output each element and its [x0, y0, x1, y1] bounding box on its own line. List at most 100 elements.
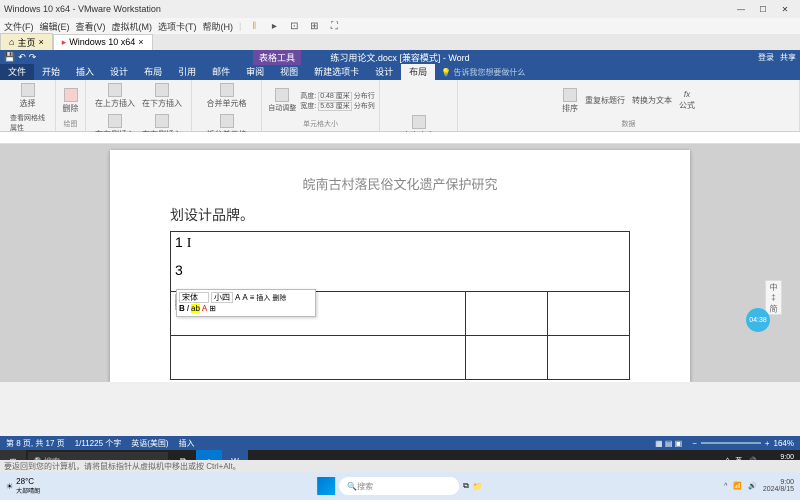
zoom-out-button[interactable]: − [692, 439, 697, 448]
ribbon-tabs: 文件 开始 插入 设计 布局 引用 邮件 审阅 视图 新建选项卡 设计 布局 💡… [0, 64, 800, 80]
login-button[interactable]: 登录 [758, 52, 774, 63]
bold-button[interactable]: B [179, 304, 185, 313]
sun-icon: ☀ [6, 482, 13, 491]
share-button[interactable]: 共享 [780, 52, 796, 63]
view-buttons[interactable]: ▦ ▤ ▣ [655, 439, 682, 448]
host-clock-time[interactable]: 9:00 [763, 479, 794, 486]
border-icon[interactable]: ⊞ [209, 304, 216, 313]
tellme-input[interactable]: 💡 告诉我您想要做什么 [435, 65, 800, 80]
tab-design[interactable]: 设计 [102, 63, 136, 80]
tool-icon[interactable]: ⊞ [307, 19, 321, 33]
ruler[interactable] [0, 132, 800, 144]
host-app-icon[interactable]: 📁 [473, 482, 483, 491]
tab-table-layout[interactable]: 布局 [401, 63, 435, 80]
redo-icon[interactable]: ↷ [29, 52, 37, 63]
insert-above-button[interactable]: 在上方插入 [93, 82, 137, 110]
sort-button[interactable]: 排序 [560, 87, 580, 115]
tab-home[interactable]: 开始 [34, 63, 68, 80]
autofit-button[interactable]: 自动调整 [266, 87, 298, 114]
pause-icon[interactable]: ‖ [247, 19, 261, 33]
mini-toolbar[interactable]: A A ≡ 插入 删除 B I ab A ⊞ [176, 289, 316, 317]
snapshot-icon[interactable]: ⊡ [287, 19, 301, 33]
tab-vm[interactable]: ▸ Windows 10 x64 × [53, 34, 153, 51]
highlight-icon[interactable]: ab [191, 304, 200, 313]
formula-button[interactable]: fx公式 [677, 89, 697, 112]
vm-icon: ▸ [62, 37, 67, 48]
menu-file[interactable]: 文件(F) [4, 20, 34, 33]
grow-font-icon[interactable]: A [235, 293, 240, 302]
page-title: 皖南古村落民俗文化遗产保护研究 [170, 174, 630, 193]
styles-icon[interactable]: ≡ [250, 293, 255, 302]
close-icon[interactable]: × [38, 37, 43, 47]
merge-button[interactable]: 合并单元格 [205, 82, 249, 110]
power-icon[interactable]: ▸ [267, 19, 281, 33]
delete-button[interactable]: 删除 [272, 293, 286, 303]
host-search[interactable]: 🔍 搜索 [339, 477, 459, 495]
weather-widget[interactable]: ☀ 28°C 大部晴朗 [6, 477, 40, 495]
tab-references[interactable]: 引用 [170, 63, 204, 80]
fullscreen-icon[interactable]: ⛶ [327, 19, 341, 33]
tab-file[interactable]: 文件 [0, 63, 34, 80]
distribute-cols-button[interactable]: 分布列 [354, 103, 375, 110]
delete-button[interactable]: 删除 [61, 87, 81, 115]
size-input[interactable] [211, 292, 233, 303]
wifi-icon[interactable]: 📶 [733, 482, 742, 490]
col-width-input[interactable]: 5.63 厘米 [318, 102, 352, 111]
tab-insert[interactable]: 插入 [68, 63, 102, 80]
cell-text[interactable]: 3 [175, 262, 625, 278]
word-title: 练习用论文.docx [兼容模式] - Word [330, 51, 469, 64]
vmware-hint: 要返回到您的计算机，请将鼠标指针从虚拟机中移出或按 Ctrl+Alt。 [0, 460, 800, 472]
page-status[interactable]: 第 8 页, 共 17 页 [6, 438, 65, 449]
tab-custom[interactable]: 新建选项卡 [306, 63, 367, 80]
ime-widget[interactable]: 中 ‡ 简 [765, 280, 782, 315]
zoom-in-button[interactable]: + [765, 439, 770, 448]
font-input[interactable] [179, 292, 209, 303]
close-icon[interactable]: × [138, 37, 143, 47]
insert-below-button[interactable]: 在下方插入 [140, 82, 184, 110]
menu-tabs[interactable]: 选项卡(T) [158, 20, 197, 33]
menu-help[interactable]: 帮助(H) [203, 20, 234, 33]
cell-text[interactable]: 1 I [175, 234, 625, 252]
tab-review[interactable]: 审阅 [238, 63, 272, 80]
save-icon[interactable]: 💾 [4, 52, 15, 63]
menu-view[interactable]: 查看(V) [76, 20, 106, 33]
vmware-menubar: 文件(F) 编辑(E) 查看(V) 虚拟机(M) 选项卡(T) 帮助(H) | … [0, 18, 800, 34]
tab-view[interactable]: 视图 [272, 63, 306, 80]
language-status[interactable]: 英语(美国) [131, 438, 168, 449]
maximize-button[interactable]: ☐ [752, 2, 774, 16]
convert-text-button[interactable]: 转换为文本 [630, 94, 674, 107]
tab-mailings[interactable]: 邮件 [204, 63, 238, 80]
table-tools-label: 表格工具 [253, 50, 301, 65]
insert-button[interactable]: 插入 [256, 293, 270, 303]
italic-button[interactable]: I [187, 304, 189, 313]
paragraph[interactable]: 划设计品牌。 [170, 205, 630, 225]
host-start-button[interactable] [317, 477, 335, 495]
alignment-grid[interactable] [403, 82, 435, 111]
tab-table-design[interactable]: 设计 [367, 63, 401, 80]
distribute-rows-button[interactable]: 分布行 [354, 93, 375, 100]
host-app-icon[interactable]: ⧉ [463, 481, 469, 491]
vm-tabstrip: ⌂ 主页 × ▸ Windows 10 x64 × [0, 34, 800, 50]
menu-edit[interactable]: 编辑(E) [40, 20, 70, 33]
word-statusbar: 第 8 页, 共 17 页 1/11225 个字 英语(美国) 插入 ▦ ▤ ▣… [0, 436, 800, 450]
tab-layout[interactable]: 布局 [136, 63, 170, 80]
menu-vm[interactable]: 虚拟机(M) [112, 20, 153, 33]
font-color-icon[interactable]: A [202, 304, 207, 313]
insert-mode[interactable]: 插入 [179, 438, 195, 449]
tab-home[interactable]: ⌂ 主页 × [0, 33, 53, 52]
document-area[interactable]: 皖南古村落民俗文化遗产保护研究 划设计品牌。 1 I 3 567 [0, 144, 800, 382]
row-height-input[interactable]: 0.48 厘米 [318, 92, 352, 101]
close-button[interactable]: ✕ [774, 2, 796, 16]
repeat-header-button[interactable]: 重复标题行 [583, 94, 627, 107]
select-button[interactable]: 选择 [18, 82, 38, 110]
undo-icon[interactable]: ↶ [18, 52, 26, 63]
volume-icon[interactable]: 🔊 [748, 482, 757, 490]
shrink-font-icon[interactable]: A [242, 293, 247, 302]
zoom-slider[interactable] [701, 442, 761, 444]
host-taskbar: ☀ 28°C 大部晴朗 🔍 搜索 ⧉ 📁 ^ 📶 🔊 9:00 2024/8/1… [0, 472, 800, 500]
minimize-button[interactable]: — [730, 2, 752, 16]
gridlines-button[interactable]: 查看网格线 [10, 113, 45, 123]
word-count[interactable]: 1/11225 个字 [75, 438, 122, 449]
tray-up-icon[interactable]: ^ [724, 483, 727, 490]
zoom-value[interactable]: 164% [774, 439, 794, 448]
